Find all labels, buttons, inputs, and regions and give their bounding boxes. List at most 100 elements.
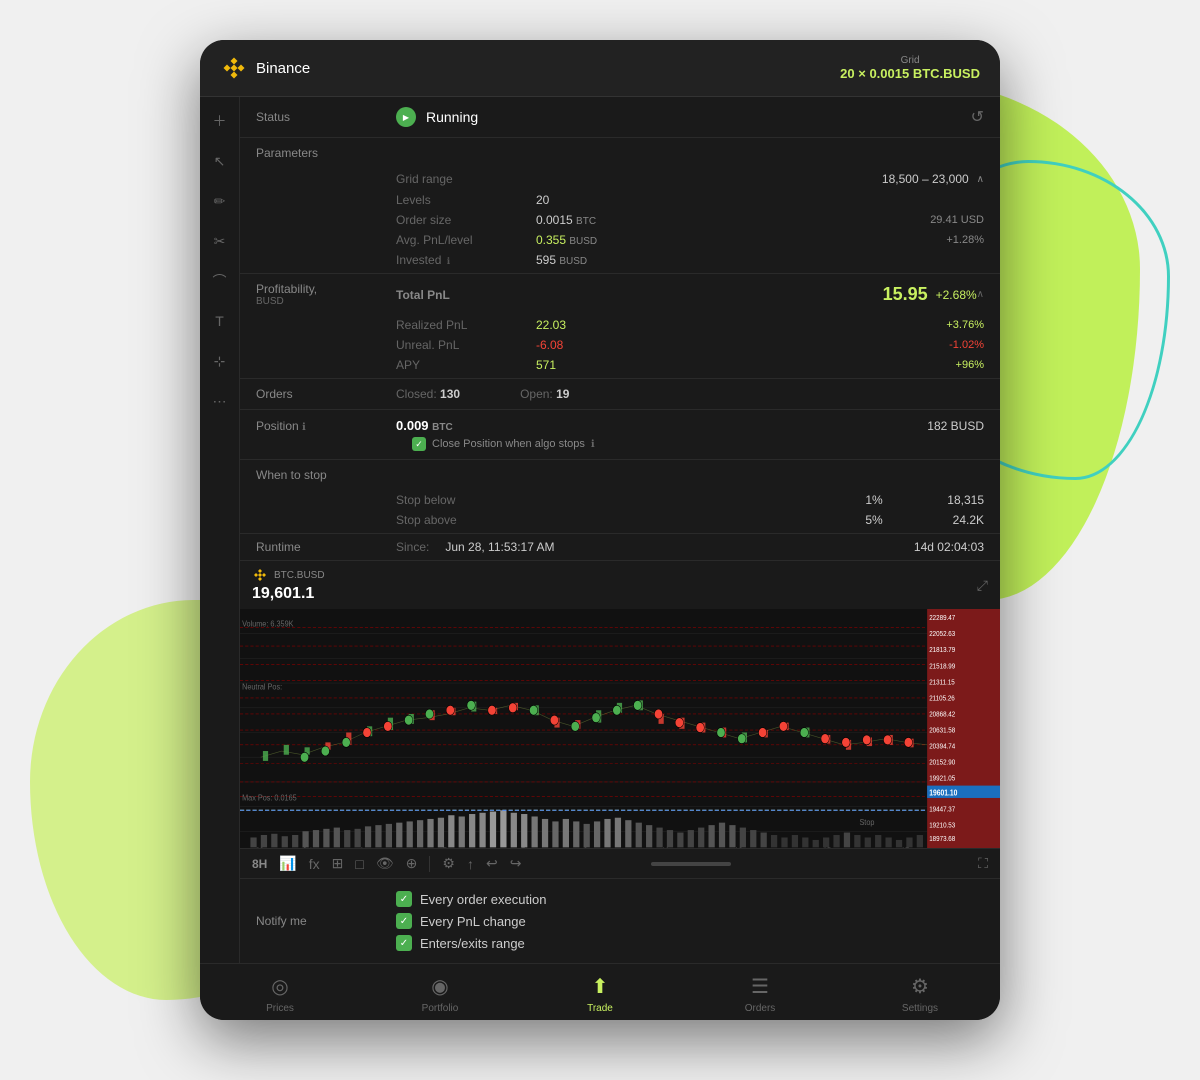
position-busd: 182 BUSD — [927, 419, 984, 433]
levels-value: 20 — [536, 193, 984, 207]
pnl-section: Profitability, BUSD Total PnL 15.95 +2.6… — [240, 274, 1000, 379]
chart-symbol-area: BTC.BUSD 19,601.1 — [252, 567, 325, 603]
avg-pnl-value: 0.355 BUSD — [536, 233, 946, 247]
stop-below-value: 18,315 — [904, 493, 984, 507]
tool-crosshair-icon[interactable]: ＋ — [208, 109, 232, 133]
redo-icon[interactable]: ↪ — [510, 855, 522, 872]
order-size-usd: 29.41 USD — [930, 214, 984, 226]
svg-text:21518.99: 21518.99 — [929, 663, 955, 671]
eye-icon[interactable]: 👁 — [376, 855, 394, 872]
runtime-since-label: Since: — [396, 540, 429, 554]
close-position-checkbox[interactable]: ✓ — [412, 437, 426, 451]
notify-row: Notify me ✓ Every order execution ✓ Ever… — [256, 891, 984, 951]
tool-sidebar: ＋ ↖ ✏ ✂ ⌒ T ⊹ ⋯ — [200, 97, 240, 963]
svg-text:21813.79: 21813.79 — [929, 647, 955, 655]
levels-row: Levels 20 — [240, 190, 1000, 210]
svg-text:15: 15 — [823, 846, 832, 848]
svg-text:Max Pos: 0.0165: Max Pos: 0.0165 — [242, 793, 297, 803]
timeframe-selector[interactable]: 8H — [252, 857, 267, 871]
toolbar-scroll-indicator — [651, 862, 731, 866]
chart-header: BTC.BUSD 19,601.1 ⤢ — [240, 561, 1000, 609]
fullscreen-icon[interactable]: ⛶ — [978, 855, 988, 872]
crosshair-tool-icon[interactable]: ⊞ — [332, 855, 344, 872]
invested-row: Invested ℹ 595 BUSD — [240, 250, 1000, 273]
chart-svg: Volume: 6.359K Neutral Pos: Max Pos: 0.0… — [240, 609, 1000, 848]
notify-section: Notify me ✓ Every order execution ✓ Ever… — [240, 878, 1000, 963]
invested-label: Invested ℹ — [396, 253, 536, 267]
bottom-navigation: ◎ Prices ◉ Portfolio ⬆ Trade ☰ Orders ⚙ … — [200, 963, 1000, 1020]
realized-pnl-label: Realized PnL — [396, 318, 536, 332]
notify-label: Notify me — [256, 914, 396, 928]
svg-text:19921.05: 19921.05 — [929, 775, 955, 783]
position-label: Position ℹ — [256, 419, 396, 433]
close-position-text: Close Position when algo stops — [432, 438, 585, 450]
nav-item-portfolio[interactable]: ◉ Portfolio — [410, 974, 470, 1014]
apy-label: APY — [396, 358, 536, 372]
position-row: Position ℹ 0.009 BTC 182 BUSD — [256, 418, 984, 433]
stop-below-label: Stop below — [396, 493, 844, 507]
pnl-chevron-icon: ∧ — [977, 289, 984, 300]
svg-text:Jul: Jul — [302, 846, 312, 848]
notify-range-checkbox[interactable]: ✓ — [396, 935, 412, 951]
tool-cursor-icon[interactable]: ↖ — [208, 149, 232, 173]
tool-scissors-icon[interactable]: ✂ — [208, 229, 232, 253]
parameters-label: Parameters — [256, 146, 396, 160]
pnl-main-row: Profitability, BUSD Total PnL 15.95 +2.6… — [240, 274, 1000, 315]
apy-row: APY 571 +96% — [240, 355, 1000, 378]
prices-label: Prices — [266, 1003, 294, 1014]
realized-pnl-row: Realized PnL 22.03 +3.76% — [240, 315, 1000, 335]
layers-icon[interactable]: ⊕ — [406, 855, 418, 872]
status-label: Status — [256, 110, 396, 124]
avg-pnl-label: Avg. PnL/level — [396, 233, 536, 247]
indicators-icon[interactable]: 📊 — [279, 855, 296, 872]
toolbar-separator — [429, 856, 430, 872]
tool-text-icon[interactable]: T — [208, 309, 232, 333]
tool-measure-icon[interactable]: ⊹ — [208, 349, 232, 373]
svg-text:21311.15: 21311.15 — [929, 679, 955, 687]
nav-item-settings[interactable]: ⚙ Settings — [890, 974, 950, 1014]
runtime-duration: 14d 02:04:03 — [914, 540, 984, 554]
status-value: Running — [426, 109, 478, 125]
svg-text:19447.37: 19447.37 — [929, 806, 955, 814]
stop-above-pct: 5% — [844, 513, 904, 527]
share-icon[interactable]: ↑ — [467, 856, 474, 872]
app-container: Binance Grid 20 × 0.0015 BTC.BUSD ＋ ↖ ✏ … — [200, 40, 1000, 1020]
trade-label: Trade — [587, 1003, 613, 1014]
settings-gear-icon[interactable]: ⚙ — [442, 855, 455, 872]
nav-item-orders[interactable]: ☰ Orders — [730, 974, 790, 1014]
parameters-section: Parameters Grid range 18,500 – 23,000 ∧ … — [240, 138, 1000, 274]
compare-icon[interactable]: □ — [355, 856, 363, 872]
chart-svg-area: Volume: 6.359K Neutral Pos: Max Pos: 0.0… — [240, 609, 1000, 848]
params-header: Parameters — [240, 138, 1000, 168]
grid-value: 20 × 0.0015 BTC.BUSD — [840, 66, 980, 81]
svg-text:22289.47: 22289.47 — [929, 615, 955, 623]
chart-symbol-text: BTC.BUSD — [274, 570, 325, 581]
chart-expand-icon[interactable]: ⤢ — [977, 577, 988, 594]
svg-text:Neutral Pos:: Neutral Pos: — [242, 682, 282, 692]
svg-text:20152.90: 20152.90 — [929, 759, 955, 767]
notify-pnl-checkbox[interactable]: ✓ — [396, 913, 412, 929]
nav-item-prices[interactable]: ◎ Prices — [250, 974, 310, 1014]
refresh-icon[interactable]: ↺ — [971, 107, 984, 127]
tool-pen-icon[interactable]: ✏ — [208, 189, 232, 213]
svg-text:Stop: Stop — [859, 818, 874, 828]
tool-more-icon[interactable]: ⋯ — [208, 389, 232, 413]
close-position-info-icon: ℹ — [591, 439, 595, 450]
chart-toolbar: 8H 📊 fx ⊞ □ 👁 ⊕ ⚙ ↑ ↩ ↪ ⛶ — [240, 848, 1000, 878]
orders-open: Open: 19 — [520, 387, 569, 401]
notify-order-checkbox[interactable]: ✓ — [396, 891, 412, 907]
svg-text:20631.58: 20631.58 — [929, 727, 955, 735]
app-title: Binance — [256, 60, 310, 77]
svg-text:7: 7 — [521, 846, 526, 848]
binance-logo-icon — [220, 54, 248, 82]
nav-item-trade[interactable]: ⬆ Trade — [570, 974, 630, 1014]
fx-icon[interactable]: fx — [309, 856, 320, 872]
chart-price: 19,601.1 — [252, 585, 325, 603]
portfolio-label: Portfolio — [422, 1003, 459, 1014]
notify-item-pnl: ✓ Every PnL change — [396, 913, 984, 929]
tool-arc-icon[interactable]: ⌒ — [208, 269, 232, 293]
svg-text:Volume: 6.359K: Volume: 6.359K — [242, 619, 294, 629]
undo-icon[interactable]: ↩ — [486, 855, 498, 872]
main-content: ＋ ↖ ✏ ✂ ⌒ T ⊹ ⋯ Status ▶ Running ↺ — [200, 97, 1000, 963]
prices-icon: ◎ — [271, 974, 288, 999]
